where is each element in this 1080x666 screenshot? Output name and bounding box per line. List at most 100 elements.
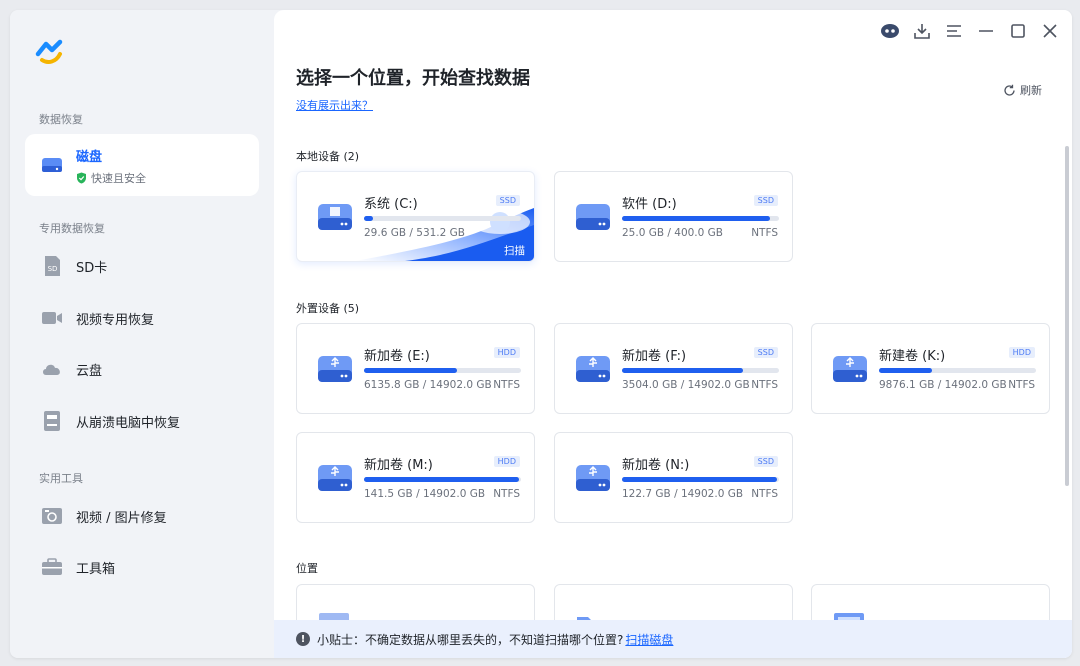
scan-button[interactable]: 扫描 (504, 243, 525, 258)
drive-size: 3504.0 GB / 14902.0 GB (622, 379, 750, 391)
usage-bar (364, 368, 521, 373)
download-icon (914, 24, 930, 39)
minimize-button[interactable] (974, 20, 998, 42)
usb-drive-icon (833, 356, 867, 382)
usage-bar (622, 477, 779, 482)
drive-name: 系统 (C:) (364, 197, 418, 212)
sd-card-icon: SD (41, 255, 63, 277)
drive-card-c[interactable]: 系统 (C:) SSD 29.6 GB / 531.2 GB 扫描 (296, 171, 535, 262)
titlebar-controls (878, 20, 1062, 42)
drive-type-badge: HDD (493, 456, 520, 467)
usage-bar (879, 368, 1036, 373)
menu-button[interactable] (942, 20, 966, 42)
usb-drive-icon (318, 356, 352, 382)
usb-drive-icon (576, 356, 610, 382)
sidebar-item-crashed-pc[interactable]: 从崩溃电脑中恢复 (25, 397, 259, 445)
maximize-button[interactable] (1006, 20, 1030, 42)
main-panel: 选择一个位置，开始查找数据 没有展示出来？ 刷新 本地设备 (2) 系统 (C:… (274, 10, 1072, 658)
drive-size: 141.5 GB / 14902.0 GB (364, 488, 486, 500)
drive-type-badge: SSD (495, 195, 520, 206)
video-icon (41, 307, 63, 329)
usage-bar (622, 368, 779, 373)
usage-bar-fill (364, 216, 373, 221)
drive-name: 新建卷 (K:) (879, 349, 946, 364)
section-label-data-recovery: 数据恢复 (39, 113, 83, 126)
sidebar-item-label: 视频专用恢复 (76, 312, 155, 328)
usage-bar (364, 216, 521, 221)
drive-card-f[interactable]: 新加卷 (F:) SSD 3504.0 GB / 14902.0 GB NTFS (554, 323, 793, 414)
usage-bar-fill (364, 368, 457, 373)
drive-size: 29.6 GB / 531.2 GB (364, 227, 466, 239)
menu-icon (947, 25, 961, 37)
drive-card-d[interactable]: 软件 (D:) SSD 25.0 GB / 400.0 GB NTFS (554, 171, 793, 262)
drive-filesystem: NTFS (493, 379, 520, 391)
sidebar-item-cloud[interactable]: 云盘 (25, 345, 259, 393)
download-button[interactable] (910, 20, 934, 42)
page-title: 选择一个位置，开始查找数据 (296, 68, 530, 89)
tip-bar: ! 小贴士：不确定数据从哪里丢失的，不知道扫描哪个位置? 扫描磁盘 (274, 620, 1072, 658)
drive-filesystem: NTFS (751, 227, 778, 239)
scan-disk-link[interactable]: 扫描磁盘 (625, 631, 673, 648)
maximize-icon (1011, 24, 1025, 38)
usb-drive-icon (318, 465, 352, 491)
group-label-local: 本地设备 (2) (296, 150, 360, 163)
minimize-icon (979, 30, 993, 32)
usage-bar-fill (364, 477, 520, 482)
sidebar-item-label: 从崩溃电脑中恢复 (76, 415, 181, 431)
disk-sub-label: 快速且安全 (91, 172, 146, 185)
drive-name: 新加卷 (F:) (622, 349, 687, 364)
drive-name: 新加卷 (N:) (622, 458, 690, 473)
scrollbar[interactable] (1065, 146, 1069, 486)
usage-bar (364, 477, 521, 482)
crashed-pc-icon (41, 410, 63, 432)
group-label-location: 位置 (296, 562, 318, 575)
sidebar-item-toolbox[interactable]: 工具箱 (25, 543, 259, 591)
sidebar: 数据恢复 磁盘 快速且安全 专用数据恢复 SD SD卡 视频专用恢复 云盘 从崩… (10, 10, 274, 658)
cloud-icon (41, 358, 63, 380)
usage-bar-fill (622, 368, 743, 373)
refresh-icon (1004, 84, 1015, 96)
sidebar-item-video[interactable]: 视频专用恢复 (25, 294, 259, 342)
drive-name: 软件 (D:) (622, 197, 677, 212)
drive-size: 122.7 GB / 14902.0 GB (622, 488, 744, 500)
app-logo-icon (35, 39, 63, 64)
sidebar-item-label: 磁盘 (76, 150, 103, 165)
section-label-tools: 实用工具 (39, 472, 83, 485)
tip-text: 小贴士：不确定数据从哪里丢失的，不知道扫描哪个位置? (317, 632, 624, 647)
close-icon (1043, 24, 1057, 38)
drive-name: 新加卷 (M:) (364, 458, 433, 473)
usage-bar-fill (622, 216, 770, 221)
drive-card-k[interactable]: 新建卷 (K:) HDD 9876.1 GB / 14902.0 GB NTFS (811, 323, 1050, 414)
sidebar-item-label: 云盘 (76, 363, 103, 379)
assistant-bot-button[interactable] (878, 20, 902, 42)
bot-icon (881, 24, 899, 38)
disk-icon (41, 154, 63, 176)
usage-bar-fill (622, 477, 778, 482)
drive-filesystem: NTFS (493, 488, 520, 500)
drive-filesystem: NTFS (751, 379, 778, 391)
drive-card-e[interactable]: 新加卷 (E:) HDD 6135.8 GB / 14902.0 GB NTFS (296, 323, 535, 414)
group-label-external: 外置设备 (5) (296, 302, 360, 315)
drive-type-badge: HDD (493, 347, 520, 358)
drive-card-m[interactable]: 新加卷 (M:) HDD 141.5 GB / 14902.0 GB NTFS (296, 432, 535, 523)
svg-text:SD: SD (48, 265, 58, 273)
refresh-label: 刷新 (1020, 84, 1042, 97)
drive-card-n[interactable]: 新加卷 (N:) SSD 122.7 GB / 14902.0 GB NTFS (554, 432, 793, 523)
drive-filesystem: NTFS (751, 488, 778, 500)
drive-type-badge: HDD (1008, 347, 1035, 358)
drive-icon (576, 204, 610, 230)
close-button[interactable] (1038, 20, 1062, 42)
info-icon: ! (296, 632, 310, 646)
drive-size: 6135.8 GB / 14902.0 GB (364, 379, 492, 391)
help-link[interactable]: 没有展示出来？ (296, 97, 373, 113)
sidebar-item-disk[interactable]: 磁盘 快速且安全 (25, 134, 259, 196)
sidebar-item-sd-card[interactable]: SD SD卡 (25, 242, 259, 290)
usage-bar (622, 216, 779, 221)
sidebar-item-label: 工具箱 (76, 561, 116, 577)
refresh-button[interactable]: 刷新 (1003, 82, 1042, 98)
shield-check-icon (77, 172, 86, 184)
drive-type-badge: SSD (753, 347, 778, 358)
sidebar-item-repair[interactable]: 视频 / 图片修复 (25, 492, 259, 540)
repair-icon (41, 505, 63, 527)
sidebar-item-label: SD卡 (76, 260, 108, 276)
